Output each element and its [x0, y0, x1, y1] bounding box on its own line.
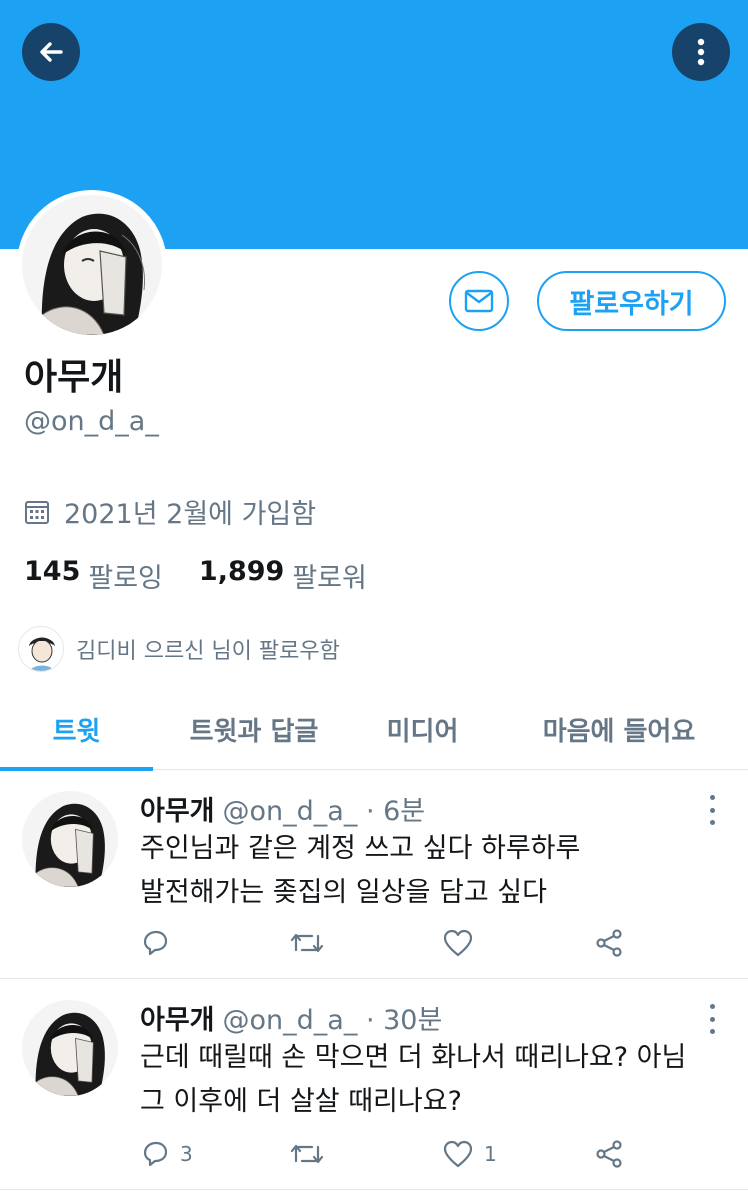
share-button[interactable] — [594, 1134, 624, 1174]
profile-display-name: 아무개 — [24, 357, 124, 398]
more-vertical-icon — [697, 38, 705, 66]
follow-button[interactable]: 팔로우하기 — [537, 271, 726, 331]
tweet-text: 주인님과 같은 계정 쓰고 싶다 하루하루 발전해가는 좆집의 일상을 담고 싶… — [140, 827, 580, 915]
tweet-text-line: 주인님과 같은 계정 쓰고 싶다 하루하루 — [140, 833, 581, 864]
tweet-avatar[interactable] — [22, 1000, 118, 1096]
heart-icon — [443, 929, 473, 957]
tab-likes[interactable]: 마음에 들어요 — [490, 688, 748, 770]
retweet-button[interactable] — [290, 923, 334, 963]
reply-button[interactable] — [140, 923, 180, 963]
retweet-icon — [290, 1144, 324, 1164]
tweet-avatar[interactable] — [22, 791, 118, 887]
share-icon — [596, 929, 622, 957]
back-button[interactable] — [22, 23, 80, 81]
following-count: 145 — [24, 556, 81, 587]
tweet-item[interactable]: 아무개 @on_d_a_ · 30분 근데 때릴때 손 막으면 더 화나서 때리나… — [0, 980, 748, 1190]
tweet-actions: 3 1 — [140, 1134, 640, 1174]
tab-tweets[interactable]: 트윗 — [0, 688, 153, 771]
tweet-text: 근데 때릴때 손 막으면 더 화나서 때리나요? 아님 그 이후에 더 살살 때… — [140, 1036, 686, 1124]
followed-by-row[interactable]: 김디비 으르신 님이 팔로우함 — [18, 626, 340, 672]
arrow-left-icon — [40, 42, 63, 62]
tweet-author-handle: @on_d_a_ — [222, 1005, 358, 1036]
joined-date: 2021년 2월에 가입함 — [24, 492, 316, 531]
share-icon — [596, 1140, 622, 1168]
reply-button[interactable]: 3 — [140, 1134, 193, 1174]
reply-count: 3 — [180, 1142, 193, 1166]
following-label: 팔로잉 — [88, 563, 163, 594]
tweet-text-line: 근데 때릴때 손 막으면 더 화나서 때리나요? 아님 — [140, 1042, 687, 1073]
tweet-header: 아무개 @on_d_a_ · 30분 — [140, 998, 442, 1037]
profile-tabs: 트윗 트윗과 답글 미디어 마음에 들어요 — [0, 688, 748, 771]
followers-label: 팔로워 — [292, 563, 367, 594]
dot-icon — [709, 1016, 715, 1022]
tweet-actions — [140, 923, 640, 963]
followers-stat[interactable]: 1,899 팔로워 — [199, 556, 367, 595]
tweet-time: · 30분 — [365, 1005, 443, 1036]
dot-icon — [709, 820, 715, 825]
tweet-text-line: 발전해가는 좆집의 일상을 담고 싶다 — [140, 877, 547, 908]
more-options-button[interactable] — [672, 23, 730, 81]
tweet-time: · 6분 — [365, 796, 426, 827]
reply-icon — [143, 1141, 168, 1167]
dot-icon — [709, 1029, 715, 1034]
dot-icon — [709, 1004, 715, 1009]
tweet-item[interactable]: 아무개 @on_d_a_ · 6분 주인님과 같은 계정 쓰고 싶다 하루하루 발… — [0, 771, 748, 979]
dot-icon — [709, 807, 715, 813]
tab-tweets-and-replies[interactable]: 트윗과 답글 — [153, 688, 355, 770]
tweet-author-handle: @on_d_a_ — [222, 796, 358, 827]
follow-stats: 145 팔로잉 1,899 팔로워 — [24, 556, 403, 595]
follower-avatar — [18, 626, 64, 672]
reply-icon — [143, 930, 168, 956]
profile-handle: @on_d_a_ — [24, 406, 159, 437]
message-button[interactable] — [449, 271, 509, 331]
tweet-more-button[interactable] — [700, 795, 724, 825]
retweet-icon — [290, 933, 324, 953]
tweet-header: 아무개 @on_d_a_ · 6분 — [140, 789, 425, 828]
tweet-text-line: 그 이후에 더 살살 때리나요? — [140, 1086, 462, 1117]
dot-icon — [709, 795, 715, 800]
tweet-author-name: 아무개 — [140, 796, 215, 827]
envelope-icon — [464, 289, 494, 313]
following-stat[interactable]: 145 팔로잉 — [24, 556, 163, 595]
followed-by-text: 김디비 으르신 님이 팔로우함 — [76, 639, 340, 664]
like-button[interactable] — [442, 923, 484, 963]
heart-icon — [443, 1140, 473, 1168]
calendar-icon — [25, 500, 49, 524]
like-button[interactable]: 1 — [442, 1134, 497, 1174]
followers-count: 1,899 — [198, 556, 285, 587]
tweet-author-name: 아무개 — [140, 1005, 215, 1036]
tab-media[interactable]: 미디어 — [355, 688, 490, 770]
profile-avatar[interactable] — [17, 190, 167, 340]
like-count: 1 — [484, 1142, 497, 1166]
share-button[interactable] — [594, 923, 624, 963]
avatar-image — [22, 195, 162, 335]
retweet-button[interactable] — [290, 1134, 334, 1174]
joined-text: 2021년 2월에 가입함 — [64, 499, 317, 530]
tweet-more-button[interactable] — [700, 1004, 724, 1034]
